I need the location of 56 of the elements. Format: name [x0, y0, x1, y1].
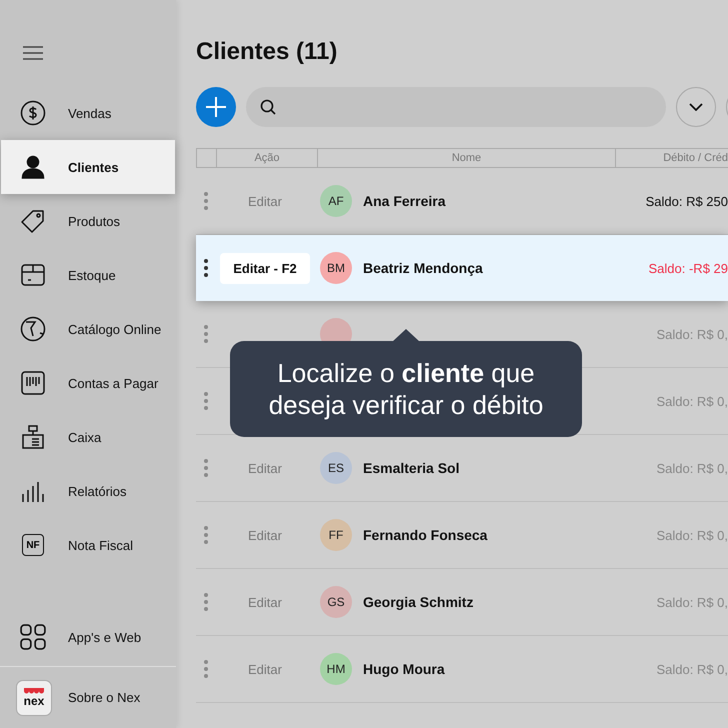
- avatar: GS: [320, 586, 352, 618]
- client-name: Esmalteria Sol: [363, 460, 460, 476]
- sidebar-item[interactable]: Vendas: [0, 86, 176, 140]
- avatar: HM: [320, 653, 352, 685]
- search-field[interactable]: [246, 87, 666, 127]
- client-name: Ana Ferreira: [363, 193, 446, 209]
- more-icon[interactable]: [204, 259, 208, 277]
- menu-icon[interactable]: [23, 46, 43, 60]
- add-button[interactable]: [196, 87, 236, 127]
- balance-text: Saldo: -R$ 29: [648, 260, 728, 276]
- box-icon: [20, 262, 46, 288]
- balance-text: Saldo: R$ 0,: [656, 528, 728, 542]
- balance-text: Saldo: R$ 0,: [656, 326, 728, 342]
- globe-icon: [20, 316, 46, 342]
- plus-icon: [205, 96, 227, 118]
- balance-text: Saldo: R$ 250: [646, 194, 728, 208]
- tooltip-arrow: [392, 329, 420, 342]
- column-header: Ação: [216, 149, 317, 167]
- lines-square-icon: [20, 370, 46, 396]
- dollar-circle-icon: [20, 100, 46, 126]
- sidebar-item[interactable]: App's e Web: [0, 610, 176, 664]
- client-name: Georgia Schmitz: [363, 594, 474, 610]
- page-title: Clientes (11): [196, 37, 338, 67]
- register-icon: [20, 424, 46, 450]
- avatar: FF: [320, 519, 352, 551]
- sidebar-item[interactable]: Catálogo Online: [0, 302, 176, 356]
- sidebar-item[interactable]: Estoque: [0, 248, 176, 302]
- expand-button[interactable]: [676, 87, 716, 127]
- column-header: Nome: [317, 149, 615, 167]
- grid-icon: [20, 624, 46, 650]
- sidebar-item[interactable]: Produtos: [0, 194, 176, 248]
- balance-text: Saldo: R$ 0,: [656, 460, 728, 476]
- sidebar-item[interactable]: Caixa: [0, 410, 176, 464]
- sidebar-item[interactable]: nex Sobre o Nex: [0, 666, 176, 728]
- client-name: Hugo Moura: [363, 661, 445, 677]
- avatar: ES: [320, 452, 352, 484]
- table-row[interactable]: Editar - F2 BM Beatriz Mendonça Saldo: -R$ 29: [196, 235, 728, 301]
- sidebar-item[interactable]: Contas a Pagar: [0, 356, 176, 410]
- client-name: Beatriz Mendonça: [363, 260, 483, 276]
- client-name: Fernando Fonseca: [363, 527, 488, 543]
- nf-icon: NF: [22, 534, 44, 556]
- balance-text: Saldo: R$ 0,: [656, 662, 728, 676]
- balance-text: Saldo: R$ 0,: [656, 594, 728, 610]
- sidebar-item[interactable]: NF Nota Fiscal: [0, 518, 176, 572]
- balance-text: Saldo: R$ 0,: [656, 394, 728, 408]
- chevron-down-icon: [689, 103, 703, 111]
- logo: nex: [16, 680, 52, 716]
- person-icon: [20, 154, 46, 180]
- column-header: Débito / Créd: [615, 149, 728, 167]
- search-icon: [260, 99, 276, 115]
- avatar: BM: [320, 252, 352, 284]
- avatar: AF: [320, 185, 352, 217]
- sidebar-item[interactable]: Relatórios: [0, 464, 176, 518]
- sidebar-item[interactable]: Clientes: [1, 140, 175, 194]
- tag-icon: [20, 208, 46, 234]
- edit-button[interactable]: Editar - F2: [220, 252, 310, 284]
